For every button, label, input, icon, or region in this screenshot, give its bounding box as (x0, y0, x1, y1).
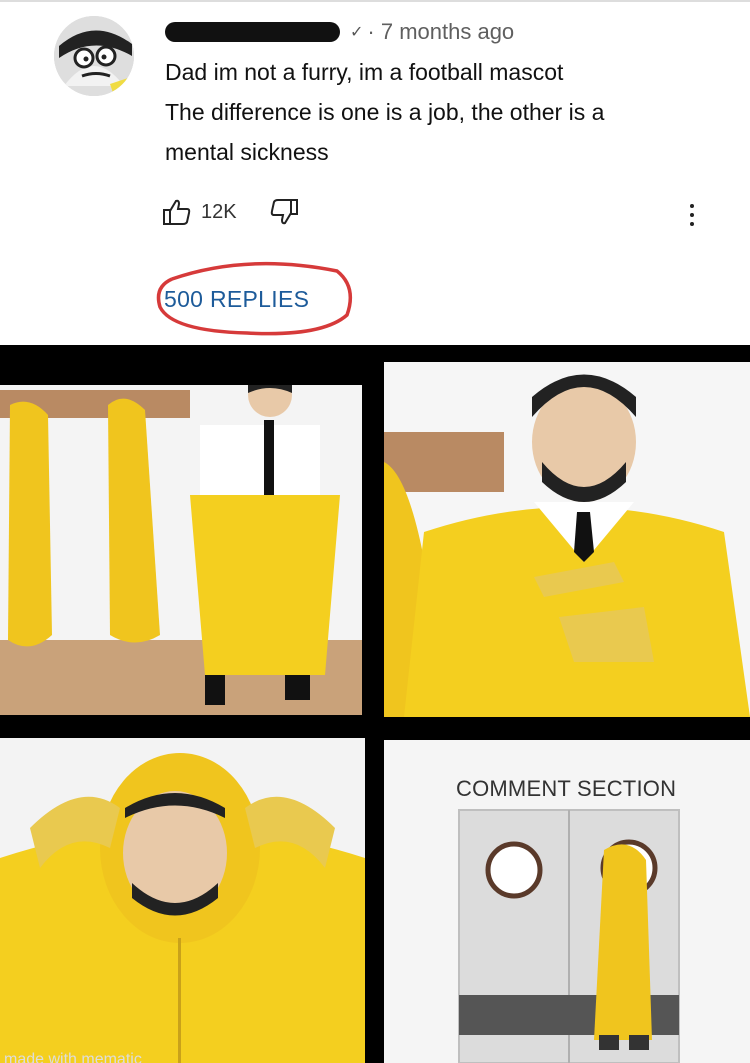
like-count: 12K (201, 200, 237, 223)
check-icon: ✓ (350, 24, 364, 41)
meme-caption: COMMENT SECTION (456, 776, 677, 801)
comment-meta: ✓ · 7 months ago (165, 14, 514, 50)
more-vertical-icon[interactable] (688, 204, 696, 228)
comment-card: ✓ · 7 months ago Dad im not a furry, im … (0, 0, 750, 345)
meme-panel-2 (384, 362, 750, 717)
comment-line: Dad im not a furry, im a football mascot (165, 59, 564, 85)
comment-line: mental sickness (165, 139, 329, 165)
meme-panel-1 (0, 385, 362, 715)
thumbs-down-icon[interactable] (269, 198, 299, 226)
meme-panel-3: made with mematic (0, 738, 365, 1063)
timestamp-bullet: · (367, 19, 381, 44)
comment-actions: 12K (162, 198, 299, 226)
replies-link[interactable]: 500 REPLIES (164, 286, 309, 313)
comment-timestamp: 7 months ago (380, 19, 515, 44)
redacted-username (165, 22, 340, 42)
avatar[interactable] (54, 16, 134, 96)
watermark: made with mematic (4, 1051, 142, 1063)
comment-text: Dad im not a furry, im a football mascot… (165, 52, 705, 172)
comment-line: The difference is one is a job, the othe… (165, 99, 605, 125)
divider (0, 0, 750, 2)
thumbs-up-icon[interactable] (162, 198, 192, 226)
meme-panel-4: COMMENT SECTION (384, 740, 750, 1063)
